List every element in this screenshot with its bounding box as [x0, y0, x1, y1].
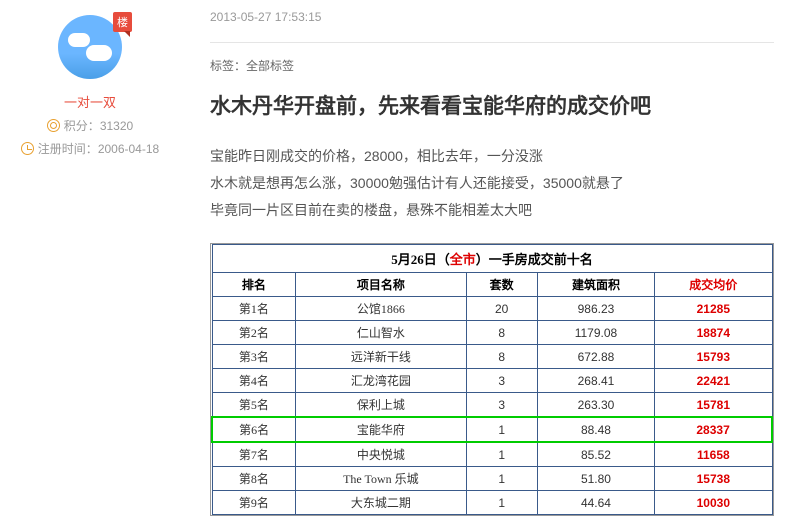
coin-icon [47, 119, 60, 132]
cell-price: 15738 [655, 467, 772, 491]
cell-units: 1 [466, 491, 537, 515]
table-row: 第9名大东城二期144.6410030 [212, 491, 772, 515]
col-price: 成交均价 [655, 273, 772, 297]
content-line: 宝能昨日刚成交的价格，28000，相比去年，一分没涨 [210, 143, 774, 170]
col-rank: 排名 [212, 273, 296, 297]
cell-units: 20 [466, 297, 537, 321]
col-project: 项目名称 [296, 273, 466, 297]
cell-area: 263.30 [537, 393, 654, 418]
cell-price: 15781 [655, 393, 772, 418]
cell-project: 保利上城 [296, 393, 466, 418]
ranking-table-wrap: 5月26日（全市）一手房成交前十名 排名 项目名称 套数 建筑面积 成交均价 第… [210, 243, 774, 516]
cell-units: 8 [466, 321, 537, 345]
cell-price: 10030 [655, 491, 772, 515]
cell-rank: 第4名 [212, 369, 296, 393]
cell-price: 28337 [655, 417, 772, 442]
col-area: 建筑面积 [537, 273, 654, 297]
cell-project: 宝能华府 [296, 417, 466, 442]
cell-area: 44.64 [537, 491, 654, 515]
cell-area: 986.23 [537, 297, 654, 321]
table-row: 第8名The Town 乐城151.8015738 [212, 467, 772, 491]
cell-rank: 第9名 [212, 491, 296, 515]
table-row: 第7名中央悦城185.5211658 [212, 442, 772, 467]
cell-project: 大东城二期 [296, 491, 466, 515]
table-row: 第1名公馆186620986.2321285 [212, 297, 772, 321]
divider [210, 42, 774, 43]
cell-units: 8 [466, 345, 537, 369]
cell-price: 21285 [655, 297, 772, 321]
post-main: 2013-05-27 17:53:15 标签：全部标签 水木丹华开盘前，先来看看… [180, 0, 794, 516]
post-timestamp: 2013-05-27 17:53:15 [210, 10, 774, 24]
table-row: 第5名保利上城3263.3015781 [212, 393, 772, 418]
cell-units: 1 [466, 467, 537, 491]
table-row: 第2名仁山智水81179.0818874 [212, 321, 772, 345]
clock-icon [21, 142, 34, 155]
post-content: 宝能昨日刚成交的价格，28000，相比去年，一分没涨 水木就是想再怎么涨，300… [210, 143, 774, 223]
cell-rank: 第3名 [212, 345, 296, 369]
cell-project: 中央悦城 [296, 442, 466, 467]
cell-area: 88.48 [537, 417, 654, 442]
content-line: 毕竟同一片区目前在卖的楼盘，悬殊不能相差太大吧 [210, 197, 774, 224]
table-row: 第4名汇龙湾花园3268.4122421 [212, 369, 772, 393]
cell-rank: 第8名 [212, 467, 296, 491]
cell-rank: 第1名 [212, 297, 296, 321]
cell-project: 汇龙湾花园 [296, 369, 466, 393]
username-link[interactable]: 一对一双 [10, 92, 170, 111]
table-row: 第6名宝能华府188.4828337 [212, 417, 772, 442]
cell-area: 51.80 [537, 467, 654, 491]
table-header-row: 排名 项目名称 套数 建筑面积 成交均价 [212, 273, 772, 297]
user-points: 积分：31320 [10, 117, 170, 134]
cell-units: 1 [466, 442, 537, 467]
cell-price: 15793 [655, 345, 772, 369]
table-row: 第3名远洋新干线8672.8815793 [212, 345, 772, 369]
cell-units: 3 [466, 393, 537, 418]
cell-area: 268.41 [537, 369, 654, 393]
cell-rank: 第6名 [212, 417, 296, 442]
cell-project: The Town 乐城 [296, 467, 466, 491]
floor-badge: 楼 [113, 12, 132, 32]
cell-rank: 第2名 [212, 321, 296, 345]
cell-price: 18874 [655, 321, 772, 345]
cell-rank: 第7名 [212, 442, 296, 467]
cell-area: 85.52 [537, 442, 654, 467]
cell-price: 22421 [655, 369, 772, 393]
post-tags[interactable]: 标签：全部标签 [210, 57, 774, 74]
cell-price: 11658 [655, 442, 772, 467]
user-sidebar: 楼 一对一双 积分：31320 注册时间：2006-04-18 [0, 0, 180, 516]
cell-units: 3 [466, 369, 537, 393]
col-units: 套数 [466, 273, 537, 297]
cell-project: 远洋新干线 [296, 345, 466, 369]
ranking-table: 5月26日（全市）一手房成交前十名 排名 项目名称 套数 建筑面积 成交均价 第… [211, 244, 773, 515]
cell-project: 仁山智水 [296, 321, 466, 345]
table-title-row: 5月26日（全市）一手房成交前十名 [212, 245, 772, 273]
user-regdate: 注册时间：2006-04-18 [10, 140, 170, 157]
cell-rank: 第5名 [212, 393, 296, 418]
cell-project: 公馆1866 [296, 297, 466, 321]
post-title: 水木丹华开盘前，先来看看宝能华府的成交价吧 [210, 92, 774, 121]
avatar-wrap[interactable]: 楼 [58, 15, 122, 79]
cell-area: 1179.08 [537, 321, 654, 345]
content-line: 水木就是想再怎么涨，30000勉强估计有人还能接受，35000就悬了 [210, 170, 774, 197]
cell-units: 1 [466, 417, 537, 442]
cell-area: 672.88 [537, 345, 654, 369]
